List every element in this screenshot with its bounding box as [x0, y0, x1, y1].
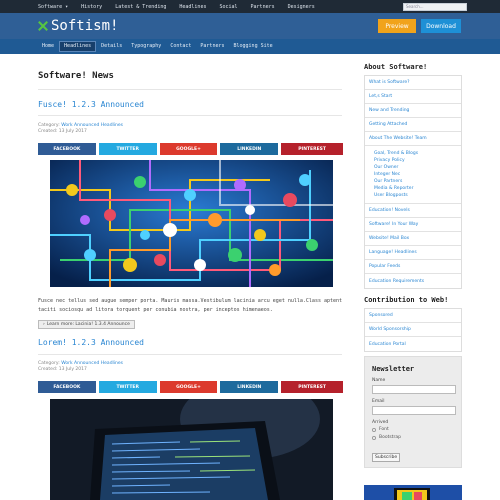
- newsletter-box: Newsletter Name Email Arrived Font Boots…: [364, 356, 462, 468]
- share-twitter-button[interactable]: TWITTER: [98, 143, 157, 155]
- radio-bootstrap[interactable]: Bootstrap: [372, 435, 454, 440]
- radio-icon: [372, 427, 376, 432]
- category-label: Category:: [38, 123, 60, 128]
- contribution-item[interactable]: Sponsored: [365, 309, 461, 323]
- newsletter-title: Newsletter: [372, 365, 415, 373]
- share-pinterest-button[interactable]: PINTEREST: [281, 381, 343, 393]
- contribution-menu: Sponsored World Sponsorship Education Po…: [364, 308, 462, 352]
- radio-bootstrap-label: Bootstrap: [379, 435, 401, 440]
- share-googleplus-button[interactable]: GOOGLE+: [159, 381, 218, 393]
- about-title: About Software!: [364, 63, 428, 71]
- nav-partners[interactable]: Partners: [196, 41, 228, 52]
- top-nav-designers[interactable]: Designers: [288, 4, 315, 10]
- top-bar: Software ▾ History Latest & Trending Hea…: [0, 0, 500, 13]
- about-item[interactable]: Education Requirements: [365, 274, 461, 288]
- share-facebook-button[interactable]: FACEBOOK: [38, 381, 96, 393]
- post-created: Created: 13 July 2017: [38, 129, 87, 134]
- search-input[interactable]: Search...: [403, 3, 467, 11]
- learn-more-button[interactable]: › Learn more: Lacinia! 1.3.4 Announce: [38, 320, 135, 329]
- category-link[interactable]: Work Announced Headlines: [61, 123, 123, 128]
- name-field[interactable]: [372, 385, 456, 394]
- divider: [38, 115, 342, 116]
- contribution-item[interactable]: Education Portal: [365, 337, 461, 351]
- top-nav-history[interactable]: History: [81, 4, 102, 10]
- about-item[interactable]: What is Software?: [365, 76, 461, 90]
- post-created: Created: 13 July 2017: [38, 367, 87, 372]
- about-item[interactable]: Website! Mail Box: [365, 232, 461, 246]
- radio-font-label: Font: [379, 427, 389, 432]
- email-label: Email: [372, 399, 385, 404]
- divider: [38, 89, 342, 90]
- about-item[interactable]: Let,s Start: [365, 90, 461, 104]
- about-item[interactable]: Language! Headlines: [365, 246, 461, 260]
- about-item[interactable]: New and Trending: [365, 104, 461, 118]
- sidebar-banner-image[interactable]: [364, 485, 462, 500]
- download-button[interactable]: Download: [421, 19, 461, 33]
- subscribe-button[interactable]: Subscribe: [372, 453, 401, 462]
- top-nav-latest[interactable]: Latest & Trending: [115, 4, 166, 10]
- post-title[interactable]: Lorem! 1.2.3 Announced: [38, 338, 144, 347]
- about-item[interactable]: Popular Feeds: [365, 260, 461, 274]
- page-title: Software! News: [38, 71, 114, 81]
- arrived-label: Arrived: [372, 420, 389, 425]
- radio-icon: [372, 435, 376, 440]
- top-nav-software[interactable]: Software ▾: [38, 4, 68, 10]
- about-subitem[interactable]: Goal, Trend & Blogs: [374, 150, 461, 157]
- about-subitem[interactable]: Media & Reporter: [374, 185, 461, 192]
- about-subitem[interactable]: User Blogposts: [374, 192, 461, 199]
- top-nav-social[interactable]: Social: [219, 4, 237, 10]
- post-image-laptop[interactable]: [50, 399, 333, 500]
- about-subitem[interactable]: Integer Nec: [374, 171, 461, 178]
- logo-text: Softism!: [51, 18, 119, 34]
- share-bar: FACEBOOK TWITTER GOOGLE+ LINKEDIN PINTER…: [38, 381, 343, 393]
- share-facebook-button[interactable]: FACEBOOK: [38, 143, 96, 155]
- site-logo[interactable]: Softism!: [38, 17, 118, 35]
- about-item[interactable]: About The Website! Team: [365, 132, 461, 146]
- about-item[interactable]: Software! In Your Way: [365, 218, 461, 232]
- about-subitem[interactable]: Our Partners: [374, 178, 461, 185]
- post-image-network[interactable]: [50, 160, 333, 287]
- contribution-title: Contribution to Web!: [364, 296, 449, 304]
- share-pinterest-button[interactable]: PINTEREST: [281, 143, 343, 155]
- preview-button[interactable]: Preview: [378, 19, 416, 33]
- post-category: Category: Work Announced Headlines: [38, 123, 123, 128]
- share-bar: FACEBOOK TWITTER GOOGLE+ LINKEDIN PINTER…: [38, 143, 343, 155]
- about-item[interactable]: Education! Novels: [365, 204, 461, 218]
- nav-details[interactable]: Details: [97, 41, 126, 52]
- radio-font[interactable]: Font: [372, 427, 454, 432]
- about-subitem[interactable]: Privacy Policy: [374, 157, 461, 164]
- post-title[interactable]: Fusce! 1.2.3 Announced: [38, 100, 144, 109]
- category-link[interactable]: Work Announced Headlines: [61, 361, 123, 366]
- about-subitem[interactable]: Our Owner: [374, 164, 461, 171]
- learn-more-label: Learn more: Lacinia! 1.3.4 Announce: [46, 322, 130, 327]
- nav-home[interactable]: Home: [38, 41, 58, 52]
- share-linkedin-button[interactable]: LINKEDIN: [220, 143, 279, 155]
- arrow-right-icon: ›: [43, 322, 45, 327]
- post-category: Category: Work Announced Headlines: [38, 361, 123, 366]
- name-label: Name: [372, 378, 386, 383]
- about-menu: What is Software? Let,s Start New and Tr…: [364, 75, 462, 289]
- top-nav-partners[interactable]: Partners: [251, 4, 275, 10]
- main-nav: Home Headlines Details Typography Contac…: [0, 39, 500, 54]
- share-googleplus-button[interactable]: GOOGLE+: [159, 143, 218, 155]
- about-item[interactable]: Getting Attached: [365, 118, 461, 132]
- post-excerpt: Fusce nec tellus sed augue semper porta.…: [38, 298, 343, 313]
- share-twitter-button[interactable]: TWITTER: [98, 381, 157, 393]
- nav-blogging-site[interactable]: Blogging Site: [230, 41, 277, 52]
- top-nav: Software ▾ History Latest & Trending Hea…: [38, 0, 328, 13]
- logo-x-icon: [38, 21, 48, 31]
- contribution-item[interactable]: World Sponsorship: [365, 323, 461, 337]
- nav-contact[interactable]: Contact: [166, 41, 195, 52]
- about-submenu: Goal, Trend & Blogs Privacy Policy Our O…: [365, 146, 461, 204]
- email-field[interactable]: [372, 406, 456, 415]
- share-linkedin-button[interactable]: LINKEDIN: [220, 381, 279, 393]
- category-label: Category:: [38, 361, 60, 366]
- nav-typography[interactable]: Typography: [127, 41, 165, 52]
- nav-headlines[interactable]: Headlines: [59, 41, 97, 52]
- divider: [38, 354, 342, 355]
- top-nav-headlines[interactable]: Headlines: [179, 4, 206, 10]
